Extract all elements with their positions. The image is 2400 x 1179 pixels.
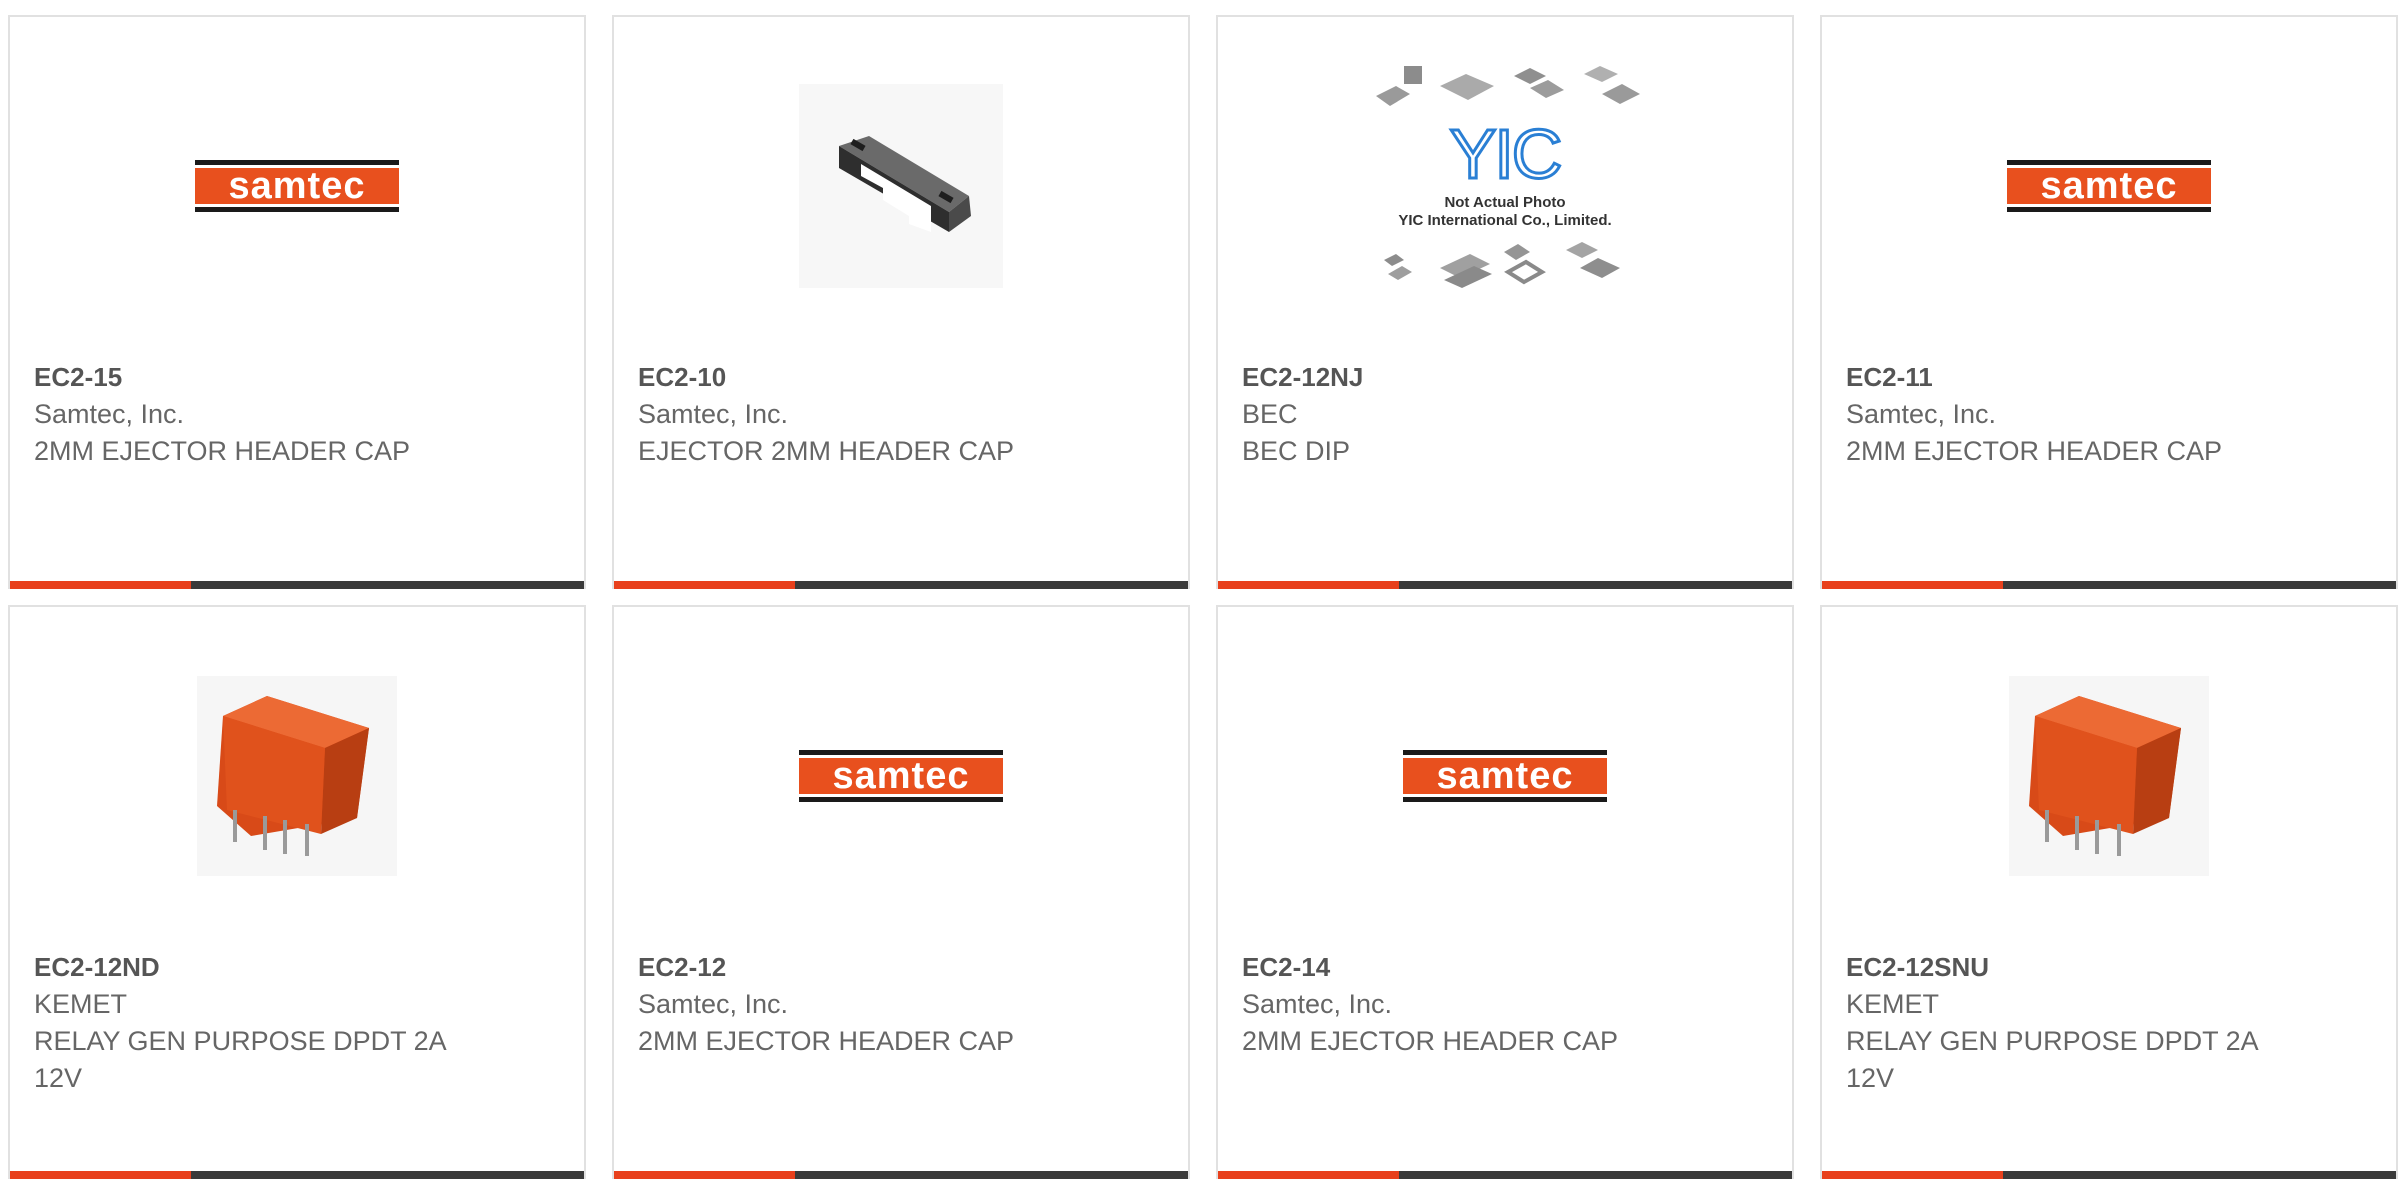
- yic-caption-2: YIC International Co., Limited.: [1398, 212, 1611, 229]
- samtec-logo-icon: samtec: [1403, 750, 1607, 802]
- product-grid: samtec EC2-15 Samtec, Inc. 2MM EJECTOR H…: [8, 15, 2398, 1179]
- card-accent-bar: [10, 1171, 584, 1179]
- samtec-logo-icon: samtec: [799, 750, 1003, 802]
- logo-text: samtec: [2041, 165, 2178, 207]
- logo-text: samtec: [833, 755, 970, 797]
- product-info: EC2-12SNU KEMET RELAY GEN PURPOSE DPDT 2…: [1846, 949, 2376, 1097]
- card-accent-bar: [10, 581, 584, 589]
- product-card[interactable]: EC2-10 Samtec, Inc. EJECTOR 2MM HEADER C…: [612, 15, 1190, 589]
- part-number[interactable]: EC2-10: [638, 359, 1168, 396]
- product-info: EC2-12 Samtec, Inc. 2MM EJECTOR HEADER C…: [638, 949, 1168, 1060]
- manufacturer: Samtec, Inc.: [1846, 399, 1997, 429]
- product-card[interactable]: samtec EC2-15 Samtec, Inc. 2MM EJECTOR H…: [8, 15, 586, 589]
- part-number[interactable]: EC2-15: [34, 359, 564, 396]
- product-card[interactable]: samtec EC2-12 Samtec, Inc. 2MM EJECTOR H…: [612, 605, 1190, 1179]
- part-number[interactable]: EC2-12ND: [34, 949, 564, 986]
- part-number[interactable]: EC2-12NJ: [1242, 359, 1772, 396]
- manufacturer: KEMET: [1846, 989, 1940, 1019]
- part-number[interactable]: EC2-14: [1242, 949, 1772, 986]
- card-accent-bar: [1822, 1171, 2396, 1179]
- logo-text: samtec: [229, 165, 366, 207]
- product-image[interactable]: [1974, 673, 2244, 879]
- product-info: EC2-11 Samtec, Inc. 2MM EJECTOR HEADER C…: [1846, 359, 2376, 470]
- manufacturer: BEC: [1242, 399, 1298, 429]
- ejector-cap-icon: [799, 84, 1003, 288]
- description: 2MM EJECTOR HEADER CAP: [34, 436, 411, 466]
- manufacturer: Samtec, Inc.: [1242, 989, 1393, 1019]
- yic-caption-1: Not Actual Photo: [1444, 194, 1565, 211]
- description: 2MM EJECTOR HEADER CAP: [638, 1026, 1015, 1056]
- part-number[interactable]: EC2-12SNU: [1846, 949, 2376, 986]
- product-info: EC2-10 Samtec, Inc. EJECTOR 2MM HEADER C…: [638, 359, 1168, 470]
- card-accent-bar: [614, 581, 1188, 589]
- product-image[interactable]: [766, 83, 1036, 289]
- product-info: EC2-14 Samtec, Inc. 2MM EJECTOR HEADER C…: [1242, 949, 1772, 1060]
- product-image[interactable]: samtec: [162, 83, 432, 289]
- samtec-logo-icon: samtec: [195, 160, 399, 212]
- product-card[interactable]: YIC Not Actual Photo YIC International C…: [1216, 15, 1794, 589]
- product-info: EC2-12ND KEMET RELAY GEN PURPOSE DPDT 2A…: [34, 949, 564, 1097]
- description: 2MM EJECTOR HEADER CAP: [1242, 1026, 1619, 1056]
- product-card[interactable]: samtec EC2-14 Samtec, Inc. 2MM EJECTOR H…: [1216, 605, 1794, 1179]
- manufacturer: KEMET: [34, 989, 128, 1019]
- product-info: EC2-12NJ BEC BEC DIP: [1242, 359, 1772, 470]
- description: RELAY GEN PURPOSE DPDT 2A 12V: [34, 1026, 446, 1093]
- part-number[interactable]: EC2-11: [1846, 359, 2376, 396]
- relay-icon: [197, 676, 397, 876]
- part-number[interactable]: EC2-12: [638, 949, 1168, 986]
- product-image[interactable]: samtec: [1370, 673, 1640, 879]
- manufacturer: Samtec, Inc.: [34, 399, 185, 429]
- product-info: EC2-15 Samtec, Inc. 2MM EJECTOR HEADER C…: [34, 359, 564, 470]
- product-image[interactable]: samtec: [1974, 83, 2244, 289]
- card-accent-bar: [1218, 1171, 1792, 1179]
- description: BEC DIP: [1242, 436, 1351, 466]
- description: EJECTOR 2MM HEADER CAP: [638, 436, 1015, 466]
- product-image[interactable]: samtec: [766, 673, 1036, 879]
- description: 2MM EJECTOR HEADER CAP: [1846, 436, 2223, 466]
- yic-placeholder-icon: YIC Not Actual Photo YIC International C…: [1376, 66, 1640, 288]
- manufacturer: Samtec, Inc.: [638, 989, 789, 1019]
- card-accent-bar: [1822, 581, 2396, 589]
- product-card[interactable]: EC2-12SNU KEMET RELAY GEN PURPOSE DPDT 2…: [1820, 605, 2398, 1179]
- product-card[interactable]: EC2-12ND KEMET RELAY GEN PURPOSE DPDT 2A…: [8, 605, 586, 1179]
- samtec-logo-icon: samtec: [2007, 160, 2211, 212]
- product-image[interactable]: [162, 673, 432, 879]
- product-image[interactable]: YIC Not Actual Photo YIC International C…: [1370, 57, 1640, 307]
- relay-icon: [2009, 676, 2209, 876]
- product-card[interactable]: samtec EC2-11 Samtec, Inc. 2MM EJECTOR H…: [1820, 15, 2398, 589]
- yic-logo-text: YIC: [1450, 115, 1561, 193]
- card-accent-bar: [614, 1171, 1188, 1179]
- logo-text: samtec: [1437, 755, 1574, 797]
- card-accent-bar: [1218, 581, 1792, 589]
- manufacturer: Samtec, Inc.: [638, 399, 789, 429]
- description: RELAY GEN PURPOSE DPDT 2A 12V: [1846, 1026, 2258, 1093]
